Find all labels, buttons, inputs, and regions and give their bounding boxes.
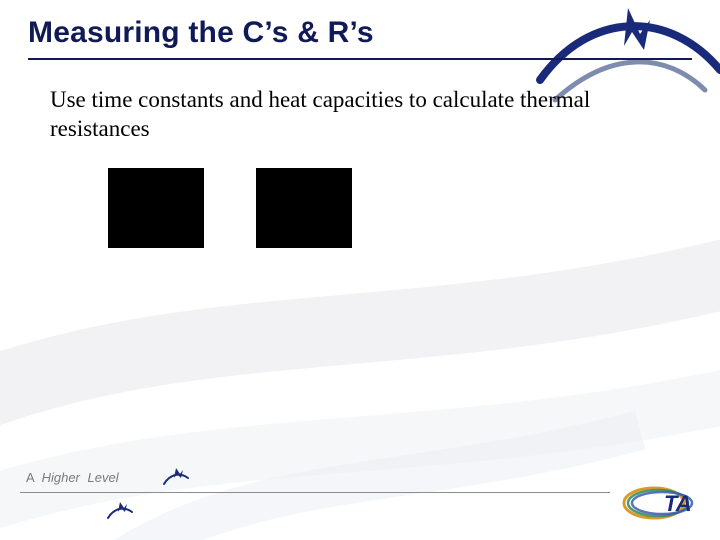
body-text: Use time constants and heat capacities t… [50,86,660,144]
background-swoosh [0,0,720,540]
footer: A Higher Level [20,468,700,518]
page-title: Measuring the C’s & R’s [28,16,692,50]
footer-rule [20,492,610,493]
title-bar: Measuring the C’s & R’s [28,16,692,60]
equation-placeholder-2 [256,168,352,248]
logo-text: TA [664,491,692,516]
equation-placeholder-1 [108,168,204,248]
slide: Measuring the C’s & R’s Use time constan… [0,0,720,540]
tagline-word: A [26,470,34,485]
tagline-word: Level [88,470,119,485]
ta-logo: TA [620,482,698,524]
footer-tagline: A Higher Level [26,470,119,485]
title-underline [28,58,692,60]
tagline-word: Higher [42,470,80,485]
